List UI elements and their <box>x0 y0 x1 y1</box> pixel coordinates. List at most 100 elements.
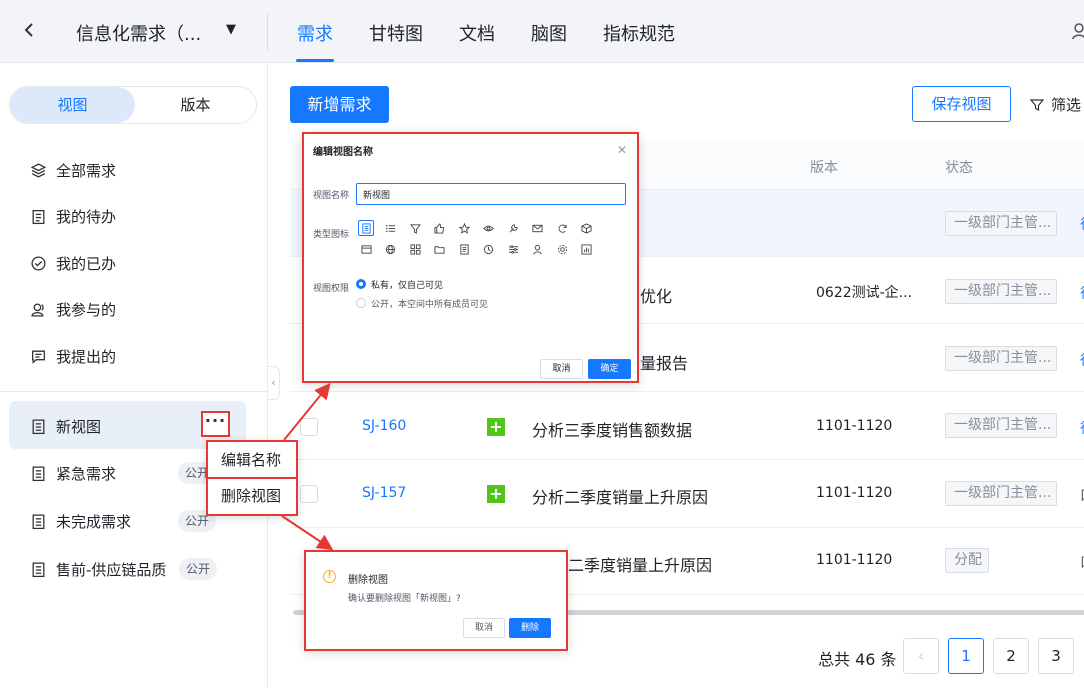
user-icon[interactable] <box>1072 22 1084 40</box>
chevron-down-icon[interactable]: ▼ <box>226 22 236 37</box>
settings-icon[interactable] <box>554 241 570 257</box>
status-badge[interactable]: 一级部门主管... <box>945 211 1057 236</box>
list-icon[interactable] <box>358 220 374 236</box>
total-count: 总共 46 条 <box>818 650 897 669</box>
star-icon[interactable] <box>456 220 472 236</box>
back-button[interactable] <box>22 18 46 46</box>
segment-version[interactable]: 版本 <box>135 87 256 123</box>
document-icon <box>32 418 45 434</box>
sidebar <box>0 63 268 688</box>
tab-mindmap[interactable]: 脑图 <box>531 20 567 46</box>
row-checkbox[interactable] <box>300 418 318 436</box>
version-cell: 1101-1120 <box>816 552 893 568</box>
wrench-icon[interactable] <box>505 220 521 236</box>
user-group-icon <box>31 303 44 317</box>
globe-icon[interactable] <box>382 241 398 257</box>
radio-public[interactable] <box>356 298 366 308</box>
more-options-button[interactable]: ··· <box>201 411 230 437</box>
cube-icon[interactable] <box>578 220 594 236</box>
cancel-button[interactable]: 取消 <box>463 618 505 638</box>
page-button-2[interactable]: 2 <box>993 638 1029 674</box>
window-icon[interactable] <box>358 241 374 257</box>
sliders-icon[interactable] <box>505 241 521 257</box>
requirement-title[interactable]: 二季度销量上升原因 <box>568 552 712 576</box>
clock-icon[interactable] <box>480 241 496 257</box>
sidebar-item-submitted[interactable]: 我提出的 <box>30 344 116 368</box>
requirement-title[interactable]: 分析三季度销售额数据 <box>532 417 692 441</box>
table-cell-overflow: 口 <box>1080 485 1084 505</box>
cancel-button[interactable]: 取消 <box>540 359 583 379</box>
mail-icon[interactable] <box>529 220 545 236</box>
sidebar-item-label: 我的已办 <box>56 254 117 273</box>
sidebar-item-new-view[interactable]: 新视图 <box>30 414 101 438</box>
collapse-sidebar-button[interactable]: ‹ <box>268 366 280 400</box>
requirement-title[interactable]: 量报告 <box>640 350 688 374</box>
column-header-status[interactable]: 状态 <box>945 157 973 177</box>
check-circle-icon <box>31 255 46 271</box>
radio-public-label[interactable]: 公开，本空间中所有成员可见 <box>371 297 488 310</box>
requirement-title[interactable]: 分析二季度销量上升原因 <box>532 484 708 508</box>
thumbs-up-icon[interactable] <box>431 220 447 236</box>
filter-icon[interactable] <box>407 220 423 236</box>
status-badge[interactable]: 一级部门主管... <box>945 481 1057 506</box>
bullet-list-icon[interactable] <box>382 220 398 236</box>
sidebar-item-done[interactable]: 我的已办 <box>30 251 116 275</box>
save-view-button[interactable]: 保存视图 <box>912 86 1011 122</box>
status-badge[interactable]: 分配 <box>945 548 989 573</box>
chart-icon[interactable] <box>578 241 594 257</box>
dialog-title: 删除视图 <box>348 575 388 586</box>
tab-metrics[interactable]: 指标规范 <box>603 20 675 46</box>
prev-page-button[interactable]: ‹ <box>903 638 939 674</box>
warning-icon: ! <box>323 570 336 583</box>
eye-icon[interactable] <box>480 220 496 236</box>
close-icon[interactable]: ✕ <box>617 143 627 157</box>
sidebar-item-unfinished[interactable]: 未完成需求 <box>30 509 131 533</box>
message-icon <box>32 350 45 364</box>
requirement-id-link[interactable]: SJ-160 <box>362 418 406 434</box>
sidebar-item-todo[interactable]: 我的待办 <box>30 204 116 228</box>
active-tab-indicator <box>296 59 334 62</box>
page-button-3[interactable]: 3 <box>1038 638 1074 674</box>
table-cell-overflow: 待 <box>1080 350 1084 370</box>
requirement-title[interactable]: 优化 <box>640 283 672 307</box>
person-icon[interactable] <box>529 241 545 257</box>
refresh-icon[interactable] <box>554 220 570 236</box>
add-requirement-button[interactable]: 新增需求 <box>290 86 389 123</box>
public-badge: 公开 <box>179 558 218 580</box>
status-badge[interactable]: 一级部门主管... <box>945 346 1057 371</box>
requirement-id-link[interactable]: SJ-157 <box>362 485 406 501</box>
sidebar-item-label: 我参与的 <box>56 300 117 319</box>
menu-item-edit-name[interactable]: 编辑名称 <box>208 442 296 479</box>
menu-item-delete-view[interactable]: 删除视图 <box>208 479 296 514</box>
column-header-version[interactable]: 版本 <box>810 157 838 177</box>
tab-docs[interactable]: 文档 <box>459 20 495 46</box>
confirm-button[interactable]: 确定 <box>588 359 631 379</box>
document-icon <box>32 561 45 577</box>
segment-view[interactable]: 视图 <box>10 87 135 123</box>
filter-button[interactable]: 筛选 <box>1029 94 1081 115</box>
sidebar-item-presales[interactable]: 售前-供应链品质 <box>30 557 166 581</box>
requirement-type-icon: + <box>487 485 505 503</box>
project-name[interactable]: 信息化需求（... <box>76 20 201 46</box>
page-button-1[interactable]: 1 <box>948 638 984 674</box>
radio-private-label[interactable]: 私有，仅自己可见 <box>371 278 443 291</box>
radio-private[interactable] <box>356 279 366 289</box>
type-icon-label: 类型图标 <box>313 230 350 240</box>
tab-gantt[interactable]: 甘特图 <box>369 20 423 46</box>
status-badge[interactable]: 一级部门主管... <box>945 413 1057 438</box>
view-name-label: 视图名称 <box>313 191 350 201</box>
grid-icon[interactable] <box>407 241 423 257</box>
table-cell-overflow: 口 <box>1080 552 1084 572</box>
sidebar-item-all[interactable]: 全部需求 <box>30 158 116 182</box>
document-icon[interactable] <box>456 241 472 257</box>
delete-button[interactable]: 删除 <box>509 618 551 638</box>
sidebar-item-urgent[interactable]: 紧急需求 <box>30 461 116 485</box>
view-name-input[interactable] <box>356 183 626 205</box>
table-cell-overflow: 待 <box>1080 418 1084 438</box>
status-badge[interactable]: 一级部门主管... <box>945 279 1057 304</box>
sidebar-item-participated[interactable]: 我参与的 <box>30 297 116 321</box>
filter-icon <box>1029 98 1045 111</box>
folder-icon[interactable] <box>431 241 447 257</box>
row-checkbox[interactable] <box>300 485 318 503</box>
tab-requirements[interactable]: 需求 <box>297 20 333 46</box>
